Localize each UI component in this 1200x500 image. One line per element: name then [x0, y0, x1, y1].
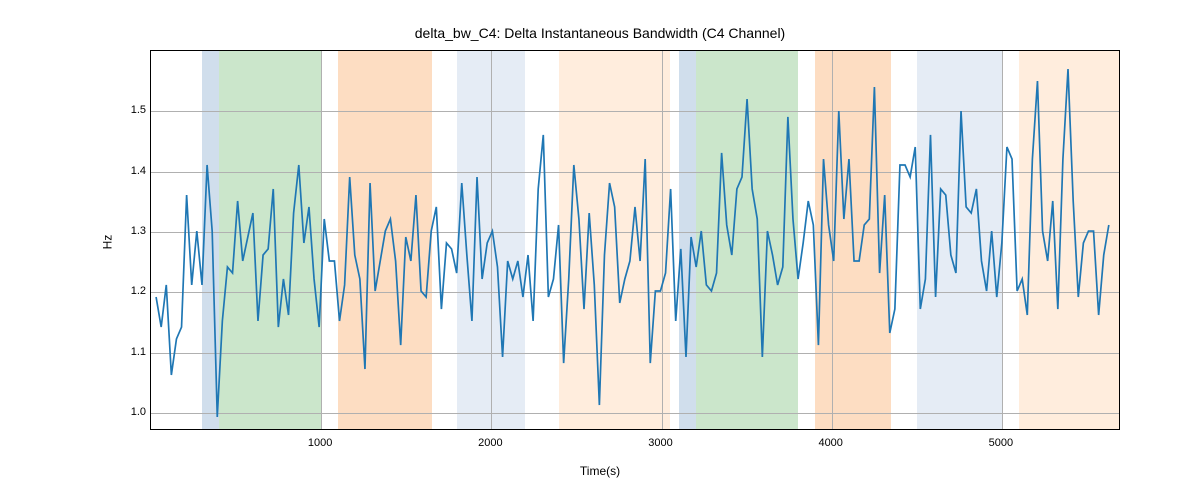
x-tick-label: 2000	[478, 437, 502, 449]
x-tick-label: 3000	[648, 437, 672, 449]
y-tick-label: 1.2	[131, 285, 146, 297]
x-axis-label: Time(s)	[0, 464, 1200, 478]
y-tick-label: 1.3	[131, 225, 146, 237]
y-axis-label: Hz	[100, 235, 114, 250]
y-tick-label: 1.1	[131, 346, 146, 358]
x-tick-label: 1000	[308, 437, 332, 449]
chart-title: delta_bw_C4: Delta Instantaneous Bandwid…	[0, 25, 1200, 41]
x-tick-label: 4000	[818, 437, 842, 449]
chart-container	[150, 50, 1120, 430]
y-tick-label: 1.5	[131, 104, 146, 116]
plot-area	[150, 50, 1120, 430]
y-tick-label: 1.0	[131, 406, 146, 418]
y-tick-label: 1.4	[131, 165, 146, 177]
line-series	[151, 51, 1119, 429]
x-tick-label: 5000	[989, 437, 1013, 449]
